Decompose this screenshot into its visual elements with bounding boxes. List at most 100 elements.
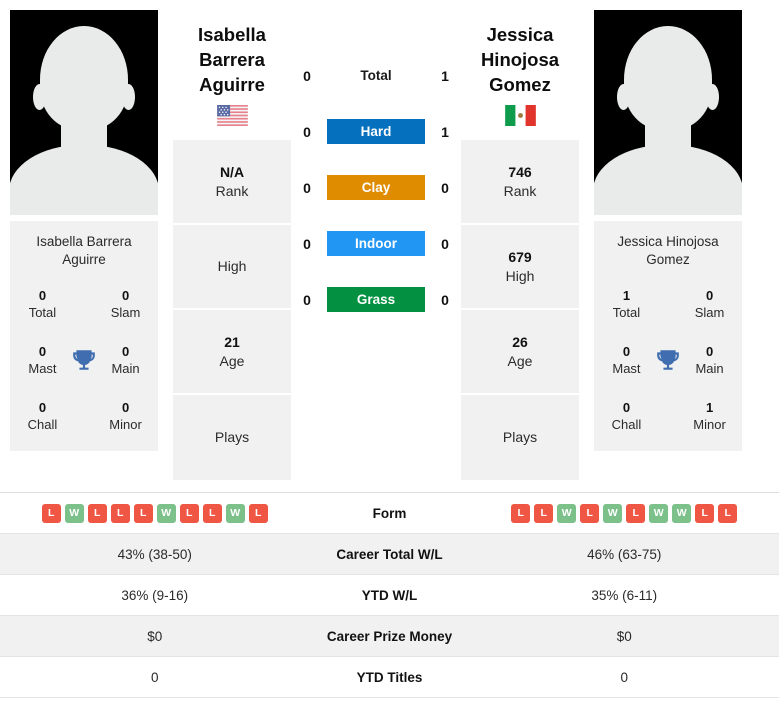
right-form-badges: LLWLWLWWLL [511,503,738,523]
right-career-total-wl: 46% (63-75) [587,546,662,562]
left-titles-mast: 0 Mast [16,343,69,377]
right-career-prize-money: $0 [616,628,632,644]
table-row-ytd-titles: 0 YTD Titles 0 [0,657,779,698]
right-titles-minor: 1 Minor [683,399,736,433]
right-player-avatar [594,10,742,215]
right-player-column: Jessica Hinojosa Gomez 1 Total 0 Slam 0 … [584,0,752,451]
form-badge-win[interactable]: W [156,503,176,523]
left-info-rank-value: N/A [219,163,245,180]
right-info-rank-value: 746 [508,163,532,180]
form-badge-win[interactable]: W [649,503,669,523]
right-titles-main-label: Main [695,361,724,376]
left-info-age-label: Age [219,352,245,369]
surface-breakdown-column: 0 Total 1 0 Hard 1 0 Clay 0 0 Indoor 0 0… [296,0,456,315]
right-player-name-line-1: Jessica [486,24,554,45]
form-badge-loss[interactable]: L [626,503,646,523]
right-titles-row-1: 1 Total 0 Slam [600,287,736,321]
left-ytd-wl: 36% (9-16) [121,587,189,603]
form-badge-loss[interactable]: L [718,503,738,523]
left-player-card-name: Isabella Barrera Aguirre [36,234,132,267]
right-titles-row-3: 0 Chall 1 Minor [600,399,736,433]
form-badge-loss[interactable]: L [248,503,268,523]
right-trophy-icon-wrap [653,347,683,373]
form-badge-loss[interactable]: L [133,503,153,523]
surface-hard-left-score: 0 [303,123,311,140]
table-label-ytd-titles: YTD Titles [356,669,423,685]
surface-clay-right-score: 0 [441,179,449,196]
mx-flag-icon [504,105,536,126]
form-badge-loss[interactable]: L [695,503,715,523]
left-titles-row-1: 0 Total 0 Slam [16,287,152,321]
right-titles-minor-value: 1 [705,400,714,415]
head-to-head-top: Isabella Barrera Aguirre 0 Total 0 Slam … [0,0,779,492]
right-info-plays: Plays [461,395,579,480]
left-player-name: Isabella Barrera Aguirre [168,22,296,97]
left-titles-mast-label: Mast [28,361,57,376]
form-badge-win[interactable]: W [672,503,692,523]
right-info-high: 679 High [461,225,579,310]
left-career-prize-money: $0 [147,628,163,644]
surface-grass-badge[interactable]: Grass [327,287,425,312]
avatar-body-icon [10,145,158,215]
left-info-high: High [173,225,291,310]
right-info-high-label: High [505,267,535,284]
surface-row-hard: 0 Hard 1 [296,116,456,147]
form-badge-loss[interactable]: L [41,503,61,523]
right-titles-total-value: 1 [622,288,631,303]
surface-total-left-score: 0 [303,67,311,84]
right-info-age: 26 Age [461,310,579,395]
left-trophy-icon-wrap [69,347,99,373]
left-titles-main-label: Main [111,361,140,376]
surface-row-grass: 0 Grass 0 [296,284,456,315]
left-player-info-card: N/A Rank High 21 Age Plays [173,140,291,480]
right-titles-slam-value: 0 [705,288,714,303]
form-badge-loss[interactable]: L [534,503,554,523]
left-form-cell: LWLLLWLLWL [0,503,310,523]
us-flag-icon [216,105,248,126]
left-form-badges: LWLLLWLLWL [41,503,268,523]
right-titles-mast-value: 0 [622,344,631,359]
right-info-age-label: Age [507,352,533,369]
right-info-rank: 746 Rank [461,140,579,225]
form-badge-win[interactable]: W [225,503,245,523]
right-ytd-titles: 0 [620,669,628,685]
left-titles-chall-value: 0 [38,400,47,415]
left-info-rank: N/A Rank [173,140,291,225]
left-player-titles-card: Isabella Barrera Aguirre 0 Total 0 Slam … [10,221,158,451]
surface-indoor-badge[interactable]: Indoor [327,231,425,256]
avatar-ear-left-icon [617,84,630,110]
form-badge-loss[interactable]: L [110,503,130,523]
trophy-icon [657,350,679,370]
surface-clay-badge[interactable]: Clay [327,175,425,200]
right-titles-total: 1 Total [600,287,653,321]
table-row-career-prize-money: $0 Career Prize Money $0 [0,616,779,657]
left-player-flag-wrap [168,105,296,126]
left-player-name-column: Isabella Barrera Aguirre N/A Rank High 2… [168,0,296,480]
left-info-plays-label: Plays [214,429,250,445]
left-titles-row-3: 0 Chall 0 Minor [16,399,152,433]
left-player-avatar [10,10,158,215]
right-player-name: Jessica Hinojosa Gomez [456,22,584,97]
form-badge-loss[interactable]: L [179,503,199,523]
left-titles-minor: 0 Minor [99,399,152,433]
right-titles-row-2: 0 Mast 0 Main [600,343,736,377]
surface-hard-badge[interactable]: Hard [327,119,425,144]
left-titles-chall-label: Chall [27,417,58,432]
form-badge-loss[interactable]: L [87,503,107,523]
left-titles-mast-value: 0 [38,344,47,359]
form-badge-loss[interactable]: L [511,503,531,523]
left-titles-total-value: 0 [38,288,47,303]
form-badge-win[interactable]: W [64,503,84,523]
left-titles-minor-label: Minor [109,417,142,432]
left-titles-total-label: Total [28,305,57,320]
form-badge-win[interactable]: W [603,503,623,523]
form-badge-loss[interactable]: L [580,503,600,523]
surface-grass-left-score: 0 [303,291,311,308]
surface-total-right-score: 1 [441,67,449,84]
left-career-total-wl: 43% (38-50) [117,546,192,562]
table-label-career-total-wl: Career Total W/L [336,546,443,562]
form-badge-loss[interactable]: L [202,503,222,523]
right-titles-chall-label: Chall [611,417,642,432]
surface-indoor-left-score: 0 [303,235,311,252]
form-badge-win[interactable]: W [557,503,577,523]
